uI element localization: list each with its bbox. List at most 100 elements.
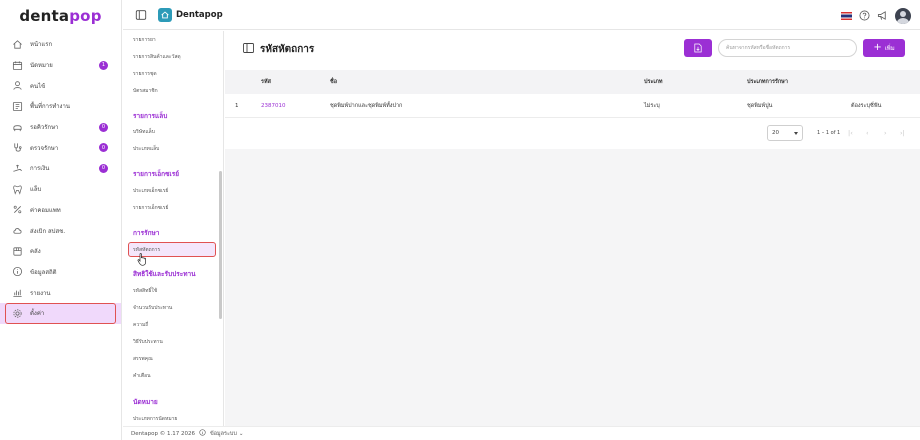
submenu-item-dosing-method[interactable]: วิธีรับประทาน — [133, 338, 163, 346]
column-header-name[interactable]: ชื่อ — [330, 70, 337, 94]
nav-item-label: หน้าแรก — [30, 41, 53, 49]
nav-item-lab[interactable]: แล็บ — [0, 179, 121, 200]
search-input[interactable]: ค้นหาจากรหัสหรือชื่อหัตถการ — [718, 39, 857, 57]
submenu-item-warnings[interactable]: คำเตือน — [133, 372, 151, 380]
nav-item-commission[interactable]: ค่าคอมแพท — [0, 200, 121, 221]
column-header-code[interactable]: รหัส — [261, 70, 271, 94]
help-icon[interactable] — [859, 6, 870, 25]
row-action-note: ต้องระบุซี่ฟัน — [851, 103, 882, 109]
calendar-icon — [11, 59, 23, 71]
submenu-group-usage: สิทธิใช้และรับประทาน — [133, 270, 196, 278]
money-icon — [11, 162, 23, 174]
nav-item-label: รายงาน — [30, 289, 51, 297]
panel-icon — [243, 43, 254, 53]
sidebar-toggle-icon[interactable] — [134, 8, 148, 22]
submenu-item-dose-amount[interactable]: จำนวนรับประทาน — [133, 304, 172, 312]
nav-item-label: พื้นที่การทำงาน — [30, 103, 70, 111]
user-avatar[interactable] — [895, 7, 911, 24]
logo-accent-text: pop — [69, 7, 102, 25]
main-content: รหัสหัตถการ ค้นหาจากรหัสหรือชื่อหัตถการ … — [225, 31, 920, 426]
nav-item-home[interactable]: หน้าแรก — [0, 34, 121, 55]
nav-item-label: คลัง — [30, 248, 41, 256]
main-nav-list: หน้าแรก นัดหมาย 1 คนไข้ พื้นที่การทำงาน … — [0, 34, 121, 324]
settings-submenu: รายการยา รายการสินค้าและวัสดุ รายการชุด … — [123, 31, 224, 426]
nav-item-label: นัดหมาย — [30, 62, 53, 70]
announcement-icon[interactable] — [877, 6, 888, 25]
nav-item-nhso-claim[interactable]: ส่งเบิก สปสช. — [0, 220, 121, 241]
count-badge: 0 — [99, 163, 108, 173]
submenu-group-treatment: การรักษา — [133, 229, 160, 237]
submenu-item-sets[interactable]: รายการชุด — [133, 70, 157, 78]
nav-item-label: แล็บ — [30, 186, 42, 194]
submenu-item-drugs[interactable]: รายการยา — [133, 36, 156, 44]
submenu-group-xray: รายการเอ็กซเรย์ — [133, 170, 180, 178]
language-flag-icon[interactable] — [841, 11, 852, 20]
chair-icon — [11, 121, 23, 133]
submenu-item-products[interactable]: รายการสินค้าและวัสดุ — [133, 53, 181, 61]
prev-page-icon[interactable]: ‹ — [866, 129, 869, 137]
column-header-treatment-type[interactable]: ประเภทการรักษา — [747, 70, 788, 94]
copyright-text: Dentapop © 1.17 2026 — [131, 430, 195, 437]
submenu-item-frequency[interactable]: ความถี่ — [133, 321, 148, 329]
system-info-link[interactable]: ข้อมูลระบบ — [210, 430, 237, 438]
gear-icon — [11, 307, 23, 319]
logo-text: denta — [19, 7, 70, 25]
submenu-group-lab: รายการแล็บ — [133, 112, 168, 120]
row-type: ไม่ระบุ — [644, 103, 660, 109]
stethoscope-icon — [11, 142, 23, 154]
pagination: 20 1 – 1 of 1 |‹ ‹ › ›| — [225, 123, 920, 143]
plus-icon: + — [873, 42, 882, 53]
nav-item-queue[interactable]: รอคิวรักษา 0 — [0, 117, 121, 138]
clinic-home-icon[interactable] — [158, 7, 172, 22]
nav-item-examination[interactable]: ตรวจรักษา 0 — [0, 137, 121, 158]
last-page-icon[interactable]: ›| — [900, 129, 905, 137]
submenu-item-lab-type[interactable]: ประเภทแล็บ — [133, 145, 159, 153]
nav-item-label: รอคิวรักษา — [30, 124, 59, 132]
nav-item-settings[interactable]: ตั้งค่า — [0, 302, 121, 324]
nav-item-statistics[interactable]: ข้อมูลสถิติ — [0, 262, 121, 283]
export-button[interactable] — [684, 39, 712, 57]
nav-item-label: ตรวจรักษา — [30, 144, 59, 152]
submenu-item-usage-codes[interactable]: รหัสสิทธิ์ใช้ — [133, 287, 157, 295]
row-code-link[interactable]: 2387010 — [261, 94, 286, 118]
add-button[interactable]: + เพิ่ม — [863, 39, 905, 57]
nav-item-reports[interactable]: รายงาน — [0, 282, 121, 303]
app-logo[interactable]: denta pop — [0, 0, 121, 32]
nav-item-patients[interactable]: คนไข้ — [0, 75, 121, 96]
home-icon — [11, 38, 23, 50]
mouse-pointer-icon — [137, 253, 146, 266]
percent-icon — [11, 204, 23, 216]
page-title: รหัสหัตถการ — [260, 44, 315, 55]
submenu-item-xray-list[interactable]: รายการเอ็กซเรย์ — [133, 204, 168, 212]
nav-item-workspace[interactable]: พื้นที่การทำงาน — [0, 96, 121, 117]
nav-item-label: ส่งเบิก สปสช. — [30, 227, 66, 235]
rows-per-page-value: 20 — [772, 130, 779, 136]
submenu-item-xray-type[interactable]: ประเภทเอ็กซเรย์ — [133, 187, 168, 195]
count-badge: 1 — [99, 60, 108, 70]
submenu-group-appointment: นัดหมาย — [133, 398, 158, 406]
submenu-scrollbar[interactable] — [219, 171, 222, 319]
count-badge: 0 — [99, 143, 108, 153]
nav-item-appointments[interactable]: นัดหมาย 1 — [0, 55, 121, 76]
submenu-item-lab-company[interactable]: บริษัทแล็บ — [133, 128, 155, 136]
submenu-item-member-card[interactable]: บัตรสมาชิก — [133, 87, 158, 95]
main-sidebar: denta pop หน้าแรก นัดหมาย 1 คนไข้ พื้นที่… — [0, 0, 122, 440]
column-header-type[interactable]: ประเภท — [644, 70, 663, 94]
table-row[interactable]: 1 2387010 ชุดพิมพ์ปากและชุดพิมพ์ทั้งปาก … — [225, 94, 920, 118]
rows-per-page-select[interactable]: 20 — [767, 125, 803, 141]
submenu-item-properties[interactable]: สรรพคุณ — [133, 355, 153, 363]
first-page-icon[interactable]: |‹ — [848, 129, 853, 137]
nav-item-finance[interactable]: การเงิน 0 — [0, 158, 121, 179]
submenu-item-appointment-type[interactable]: ประเภทการนัดหมาย — [133, 415, 177, 423]
next-page-icon[interactable]: › — [884, 129, 887, 137]
content-background — [225, 149, 920, 426]
user-icon — [11, 80, 23, 92]
page-info: 1 – 1 of 1 — [817, 130, 841, 136]
top-bar: Dentapop — [123, 0, 920, 30]
nav-item-label: ข้อมูลสถิติ — [30, 268, 57, 276]
nav-item-label: การเงิน — [30, 165, 50, 173]
row-index: 1 — [235, 103, 239, 109]
info-icon — [11, 266, 23, 278]
nav-item-inventory[interactable]: คลัง — [0, 241, 121, 262]
info-circle-icon — [199, 429, 206, 438]
